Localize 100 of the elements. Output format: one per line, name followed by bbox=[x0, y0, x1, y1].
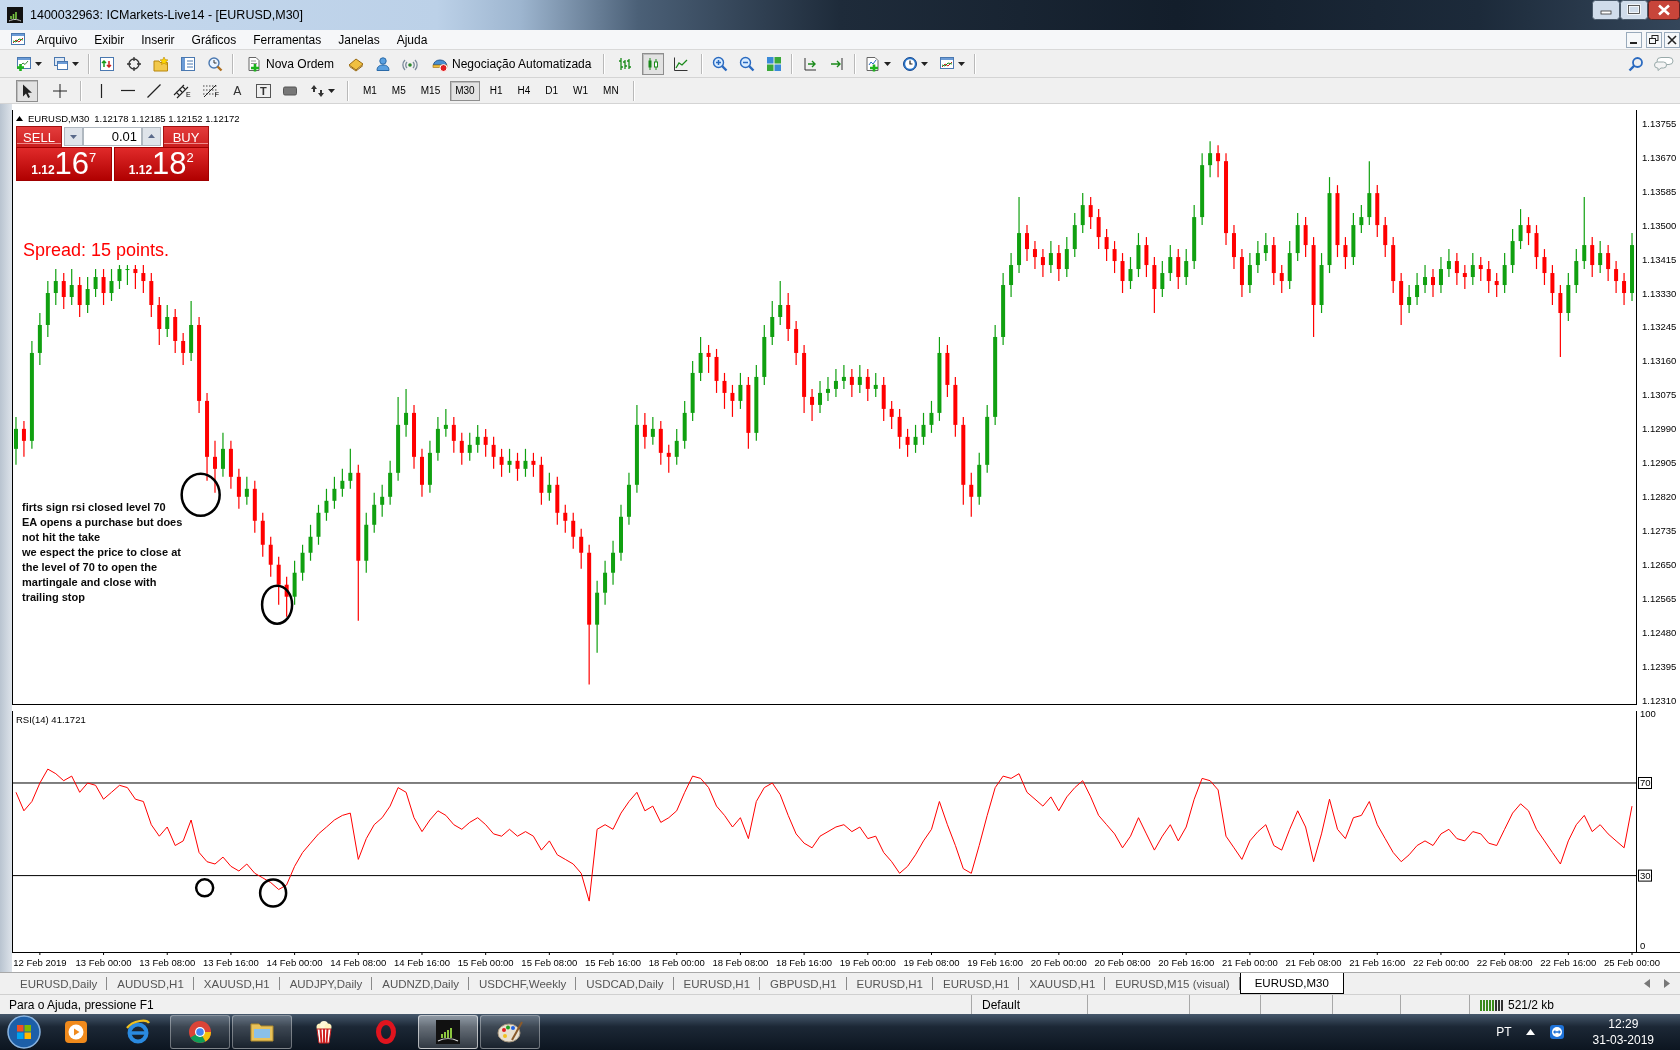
cursor-tool-button[interactable] bbox=[16, 79, 38, 102]
arrows-tile-icon[interactable] bbox=[1548, 1024, 1565, 1040]
timeframe-button[interactable]: M15 bbox=[415, 80, 446, 101]
language-indicator[interactable]: PT bbox=[1496, 1025, 1512, 1039]
taskbar-button[interactable] bbox=[232, 1015, 292, 1049]
timeframe-button[interactable]: MN bbox=[598, 80, 624, 101]
candlestick bbox=[1399, 272, 1404, 326]
candlestick bbox=[292, 560, 297, 606]
candlestick bbox=[1255, 240, 1260, 274]
menu-item[interactable]: Janelas bbox=[329, 30, 389, 49]
taskbar-button[interactable] bbox=[480, 1015, 540, 1049]
candlestick bbox=[786, 292, 791, 342]
caret-icon[interactable] bbox=[72, 61, 79, 66]
lot-size-field[interactable]: 0.01 bbox=[83, 126, 142, 146]
time-axis-label: 20 Feb 08:00 bbox=[1094, 957, 1151, 968]
menu-item[interactable]: Ajuda bbox=[388, 30, 436, 49]
new-chart-icon[interactable] bbox=[16, 55, 32, 72]
chart-plus-icon[interactable] bbox=[865, 55, 882, 72]
candlestick bbox=[826, 376, 830, 402]
indicator-label: RSI(14) 41.1721 bbox=[16, 714, 86, 725]
caret-icon[interactable] bbox=[958, 61, 966, 66]
time-axis-label: 18 Feb 00:00 bbox=[648, 957, 705, 968]
candlestick bbox=[69, 268, 74, 306]
clock-date[interactable]: 31-03-2019 bbox=[1592, 1032, 1654, 1048]
restore-icon[interactable] bbox=[1646, 31, 1662, 48]
search-icon[interactable] bbox=[1628, 55, 1644, 72]
candlestick bbox=[117, 264, 122, 290]
window-panel-icon[interactable] bbox=[180, 55, 196, 72]
right-triangle-icon[interactable] bbox=[1664, 979, 1670, 988]
text-tool-button[interactable]: A bbox=[226, 79, 248, 102]
candlestick bbox=[905, 428, 910, 458]
menu-item[interactable]: Arquivo bbox=[28, 30, 86, 49]
horizontal-line-icon bbox=[120, 89, 135, 92]
shift-arrow-icon[interactable] bbox=[802, 55, 819, 72]
left-triangle-icon[interactable] bbox=[1644, 979, 1650, 988]
caret-icon[interactable] bbox=[35, 61, 42, 66]
arrows-window-icon[interactable] bbox=[99, 55, 115, 72]
menu-item[interactable]: Inserir bbox=[132, 30, 184, 49]
close-icon[interactable] bbox=[1664, 31, 1680, 48]
minimize-icon[interactable] bbox=[1626, 31, 1642, 48]
triangle-icon[interactable] bbox=[16, 116, 23, 121]
time-axis-label: 20 Feb 00:00 bbox=[1030, 957, 1087, 968]
candlestick bbox=[1542, 248, 1547, 286]
taskbar-button[interactable] bbox=[418, 1015, 478, 1049]
auto-trading-button[interactable]: Negociação Automatizada bbox=[429, 53, 595, 74]
magnifier-clock-icon[interactable] bbox=[207, 55, 223, 72]
minimize-icon[interactable] bbox=[1592, 0, 1620, 20]
candlestick bbox=[491, 436, 496, 470]
chart-window-icon[interactable] bbox=[939, 55, 956, 72]
person-icon[interactable] bbox=[375, 55, 392, 72]
menu-item[interactable]: Exibir bbox=[85, 30, 133, 49]
caret-icon[interactable] bbox=[884, 61, 892, 66]
timeframe-button[interactable]: M30 bbox=[450, 80, 480, 101]
new-order-button[interactable]: Nova Ordem bbox=[243, 53, 338, 74]
scroll-arrow-icon[interactable] bbox=[829, 55, 846, 72]
folder-star-icon[interactable] bbox=[153, 55, 169, 72]
target-icon[interactable] bbox=[126, 55, 142, 72]
stacked-windows-icon[interactable] bbox=[53, 55, 69, 72]
zoom-out-icon[interactable] bbox=[739, 55, 756, 72]
timeframe-button[interactable]: H4 bbox=[512, 80, 536, 101]
grid-icon[interactable] bbox=[766, 55, 783, 72]
zoom-in-icon[interactable] bbox=[712, 55, 729, 72]
maximize-icon[interactable] bbox=[1620, 0, 1648, 20]
spinner-up-icon[interactable] bbox=[142, 126, 161, 146]
time-axis-label: 19 Feb 16:00 bbox=[967, 957, 1024, 968]
candlestick bbox=[762, 324, 767, 386]
timeframe-button[interactable]: M1 bbox=[357, 80, 382, 101]
chart-tab[interactable]: EURUSD,M30 bbox=[1239, 973, 1344, 994]
caret-icon[interactable] bbox=[327, 88, 335, 93]
candlestick bbox=[1271, 236, 1276, 286]
candlestick bbox=[1446, 248, 1451, 278]
taskbar-button[interactable] bbox=[170, 1015, 230, 1049]
timeframe-button[interactable]: H1 bbox=[484, 80, 508, 101]
spinner-down-icon[interactable] bbox=[64, 126, 83, 146]
timeframe-button[interactable]: M5 bbox=[386, 80, 411, 101]
candlestick bbox=[929, 400, 934, 434]
menu-item[interactable]: Gráficos bbox=[183, 30, 245, 49]
candlestick bbox=[818, 380, 822, 414]
timeframe-button[interactable]: W1 bbox=[568, 80, 594, 101]
candlestick bbox=[738, 372, 743, 410]
buy-button[interactable]: BUY bbox=[163, 126, 209, 147]
menu-item[interactable]: Ferramentas bbox=[244, 30, 330, 49]
time-axis-label: 19 Feb 08:00 bbox=[903, 957, 960, 968]
start-orb-icon[interactable] bbox=[4, 1015, 44, 1049]
up-triangle-icon[interactable] bbox=[1525, 1029, 1535, 1035]
price-axis-label: 1.12565 bbox=[1642, 593, 1677, 605]
text-label-tool-button[interactable]: T bbox=[252, 79, 274, 102]
clock-icon[interactable] bbox=[902, 55, 919, 72]
chart-window-icon[interactable] bbox=[10, 31, 26, 48]
candlestick bbox=[1160, 260, 1165, 298]
bar-graph-logo-icon bbox=[7, 7, 23, 23]
timeframe-button[interactable]: D1 bbox=[540, 80, 564, 101]
sell-button[interactable]: SELL bbox=[16, 126, 62, 147]
candlestick bbox=[1168, 244, 1173, 282]
close-icon[interactable] bbox=[1648, 0, 1680, 20]
candlestick bbox=[897, 408, 902, 450]
candlestick bbox=[682, 400, 687, 450]
clock-time[interactable]: 12:29 bbox=[1608, 1016, 1639, 1032]
candlestick bbox=[953, 376, 958, 438]
caret-icon[interactable] bbox=[921, 61, 929, 66]
